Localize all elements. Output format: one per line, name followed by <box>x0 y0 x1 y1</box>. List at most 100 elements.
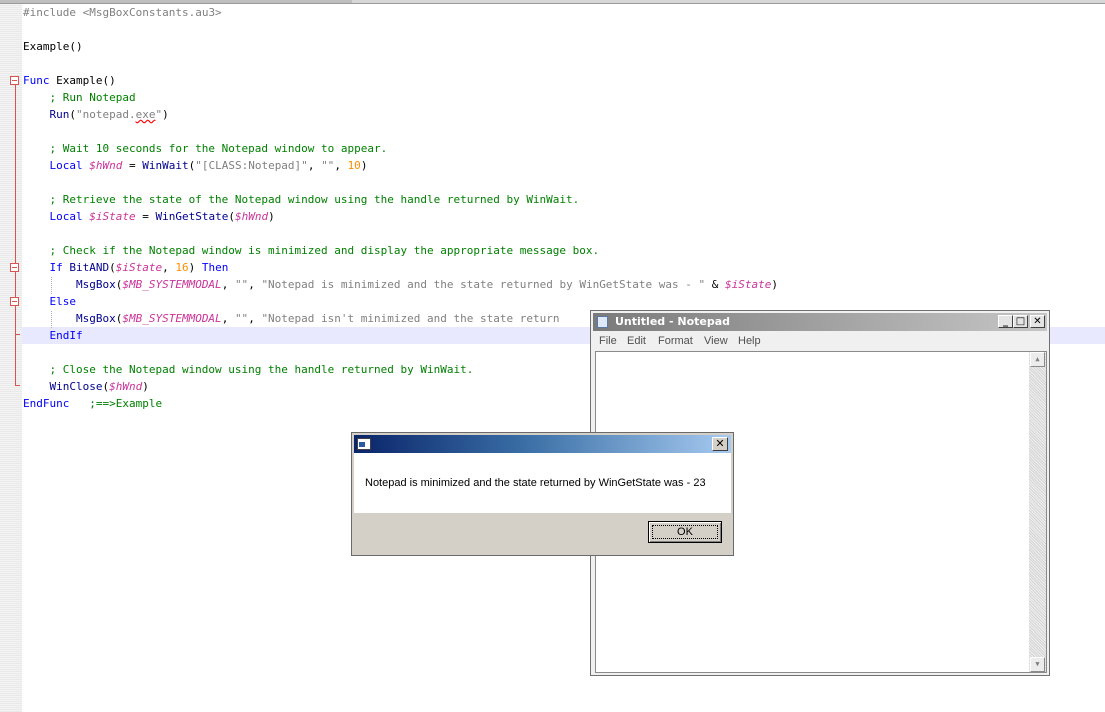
close-icon: ✕ <box>715 437 725 450</box>
code-token: ) <box>162 108 169 121</box>
code-line[interactable]: Example() <box>23 38 83 55</box>
code-token: If <box>23 261 70 274</box>
code-token: 16 <box>175 261 189 274</box>
notepad-title-bar[interactable]: Untitled - Notepad _ □ ✕ <box>593 313 1047 331</box>
code-line[interactable]: Else <box>23 293 76 310</box>
menu-format[interactable]: Format <box>658 332 693 350</box>
code-token: = <box>122 159 143 172</box>
code-token: Then <box>201 261 229 274</box>
code-token: , <box>307 159 322 172</box>
code-token: , <box>334 159 348 172</box>
code-token: ) <box>360 159 368 172</box>
code-line[interactable]: #include <MsgBoxConstants.au3> <box>23 4 222 21</box>
code-token: ;==>Example <box>89 397 163 410</box>
code-token: <MsgBoxConstants.au3> <box>82 6 222 19</box>
menu-file[interactable]: File <box>599 332 617 350</box>
vertical-scrollbar[interactable]: ▲ ▼ <box>1029 352 1046 672</box>
code-token: MsgBox <box>23 278 116 291</box>
code-line[interactable]: ; Run Notepad <box>23 89 136 106</box>
code-token: Else <box>23 295 76 308</box>
code-token: ( <box>109 261 116 274</box>
code-token: $hWnd <box>234 210 269 223</box>
menu-help[interactable]: Help <box>738 332 761 350</box>
code-token: $MB_SYSTEMMODAL <box>122 278 222 291</box>
code-token: ; Retrieve the state of the Notepad wind… <box>23 193 580 206</box>
code-token: Example() <box>23 40 83 53</box>
message-box-close-button[interactable]: ✕ <box>712 437 728 451</box>
fold-toggle-func[interactable] <box>10 76 19 85</box>
code-token: Local <box>23 210 90 223</box>
code-token: $iState <box>725 278 772 291</box>
code-token: = <box>135 210 156 223</box>
code-line[interactable]: MsgBox($MB_SYSTEMMODAL, "", "Notepad isn… <box>23 310 559 327</box>
fold-margin[interactable] <box>0 4 22 712</box>
code-line[interactable]: Local $iState = WinGetState($hWnd) <box>23 208 275 225</box>
code-token: $iState <box>115 261 163 274</box>
code-token: $hWnd <box>89 159 123 172</box>
code-line[interactable]: MsgBox($MB_SYSTEMMODAL, "", "Notepad is … <box>23 276 778 293</box>
scroll-down-button[interactable]: ▼ <box>1030 657 1045 672</box>
fold-toggle-else[interactable] <box>10 297 19 306</box>
code-token: , <box>221 312 235 325</box>
code-line[interactable]: Local $hWnd = WinWait("[CLASS:Notepad]",… <box>23 157 367 174</box>
chevron-down-icon: ▼ <box>1035 660 1040 668</box>
fold-toggle-if[interactable] <box>10 263 19 272</box>
minimize-icon: _ <box>1003 316 1008 327</box>
code-token: Local <box>23 159 90 172</box>
code-token: , <box>248 278 262 291</box>
code-token: Run <box>23 108 70 121</box>
code-token: "notepad. <box>75 108 136 121</box>
code-token: ( <box>69 108 76 121</box>
notepad-app-icon <box>597 316 608 328</box>
close-icon: ✕ <box>1033 316 1042 327</box>
fold-end-tick <box>15 385 20 386</box>
code-token: 10 <box>347 159 361 172</box>
code-token: ) <box>142 380 149 393</box>
close-button[interactable]: ✕ <box>1030 315 1045 328</box>
code-line[interactable]: EndFunc ;==>Example <box>23 395 162 412</box>
code-token: "Notepad isn't minimized and the state r… <box>261 312 560 325</box>
code-token: ) <box>268 210 275 223</box>
code-line[interactable]: Func Example() <box>23 72 116 89</box>
code-token: Example() <box>49 74 116 87</box>
code-line[interactable]: ; Close the Notepad window using the han… <box>23 361 473 378</box>
code-line[interactable]: EndIf <box>23 327 83 344</box>
code-token: EndIf <box>23 329 83 342</box>
fold-end-tick <box>15 334 20 335</box>
active-tab-marker <box>0 0 352 3</box>
code-token: exe <box>135 108 156 121</box>
maximize-icon: □ <box>1015 316 1026 327</box>
code-token: $hWnd <box>109 380 143 393</box>
message-box-dialog[interactable]: ✕ Notepad is minimized and the state ret… <box>351 432 734 556</box>
window-icon <box>357 438 371 450</box>
menu-edit[interactable]: Edit <box>627 332 646 350</box>
maximize-button[interactable]: □ <box>1013 315 1028 328</box>
code-line[interactable]: If BitAND($iState, 16) Then <box>23 259 228 276</box>
code-line[interactable]: Run("notepad.exe") <box>23 106 169 123</box>
ok-button[interactable]: OK <box>648 521 722 543</box>
code-token: EndFunc <box>23 397 70 410</box>
code-line[interactable]: WinClose($hWnd) <box>23 378 149 395</box>
scroll-up-button[interactable]: ▲ <box>1030 352 1045 367</box>
code-token: #include <box>23 6 83 19</box>
message-text: Notepad is minimized and the state retur… <box>365 477 706 489</box>
code-token: ) <box>188 261 202 274</box>
code-token: WinGetState <box>155 210 229 223</box>
code-token: $iState <box>89 210 136 223</box>
code-token: ; Run Notepad <box>23 91 136 104</box>
code-line[interactable]: ; Retrieve the state of the Notepad wind… <box>23 191 579 208</box>
minimize-button[interactable]: _ <box>998 315 1013 328</box>
notepad-menu-bar: File Edit Format View Help <box>593 332 1047 350</box>
code-token: , <box>162 261 176 274</box>
menu-view[interactable]: View <box>704 332 728 350</box>
code-token: MsgBox <box>23 312 116 325</box>
code-token: "" <box>321 159 335 172</box>
code-token: ; Wait 10 seconds for the Notepad window… <box>23 142 388 155</box>
code-line[interactable]: ; Check if the Notepad window is minimiz… <box>23 242 599 259</box>
code-line[interactable]: ; Wait 10 seconds for the Notepad window… <box>23 140 387 157</box>
message-box-title-bar[interactable]: ✕ <box>354 435 731 453</box>
code-token: $MB_SYSTEMMODAL <box>122 312 222 325</box>
code-token: , <box>221 278 235 291</box>
code-token: , <box>248 312 262 325</box>
